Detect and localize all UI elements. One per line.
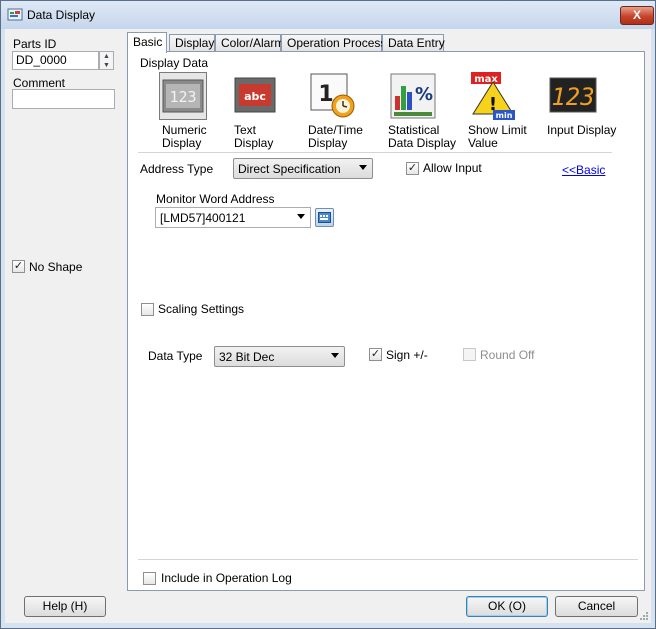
data-type-value: 32 Bit Dec (219, 350, 275, 364)
round-off-label: Round Off (480, 348, 535, 362)
separator (138, 559, 638, 560)
tab-label: Color/Alarm (221, 36, 285, 50)
input-display-caption: Input Display (547, 123, 617, 137)
parts-id-input[interactable]: DD_0000 (12, 51, 99, 70)
check-icon: ✓ (407, 162, 418, 174)
address-type-value: Direct Specification (238, 162, 341, 176)
statistical-display-icon[interactable]: % (389, 72, 437, 120)
spin-down-icon[interactable]: ▼ (100, 61, 113, 70)
spin-up-icon[interactable]: ▲ (100, 52, 113, 61)
data-display-app-icon (7, 8, 23, 21)
chevron-down-icon (297, 214, 305, 219)
keypad-icon (318, 212, 331, 223)
window-title: Data Display (27, 8, 96, 22)
numeric-display-caption-1: Numeric (162, 123, 207, 137)
tab-label: Basic (133, 35, 163, 49)
statistical-display-caption-2: Data Display (388, 136, 457, 150)
help-button-label: Help (H) (42, 599, 88, 613)
ok-button[interactable]: OK (O) (466, 596, 548, 617)
tab-label: Operation Process (287, 36, 387, 50)
show-limit-caption-2: Value (468, 136, 498, 150)
basic-tab-panel: Display Data 123 abc 1 % max ! min 123 N… (127, 51, 645, 591)
no-shape-checkbox[interactable]: ✓ (12, 260, 25, 273)
allow-input-label: Allow Input (423, 161, 482, 175)
include-log-checkbox[interactable] (143, 572, 156, 585)
monitor-word-address-label: Monitor Word Address (156, 192, 275, 206)
svg-text:123: 123 (169, 88, 196, 106)
svg-text:123: 123 (551, 83, 594, 111)
svg-text:%: % (415, 84, 433, 105)
data-type-dropdown[interactable]: 32 Bit Dec (214, 346, 345, 367)
tab-basic[interactable]: Basic (127, 32, 167, 53)
text-display-icon[interactable]: abc (231, 72, 279, 120)
numeric-display-icon[interactable]: 123 (159, 72, 207, 120)
date-time-display-caption-1: Date/Time (308, 123, 363, 137)
numeric-display-caption-2: Display (162, 136, 202, 150)
scaling-settings-checkbox[interactable] (141, 303, 154, 316)
text-display-caption-1: Text (234, 123, 257, 137)
monitor-word-address-input[interactable]: [LMD57]400121 (155, 207, 311, 228)
parts-id-label: Parts ID (13, 37, 57, 51)
sign-label: Sign +/- (386, 348, 428, 362)
title-bar[interactable]: Data Display X (1, 1, 655, 29)
display-data-label: Display Data (140, 56, 209, 70)
separator (138, 152, 612, 153)
svg-text:max: max (474, 74, 498, 85)
chevron-down-icon (359, 165, 367, 170)
tab-label: Display (175, 36, 215, 50)
scaling-settings-label: Scaling Settings (158, 302, 245, 316)
text-display-caption-2: Display (234, 136, 274, 150)
comment-label: Comment (13, 76, 66, 90)
show-limit-caption-1: Show Limit (468, 123, 527, 137)
tab-display[interactable]: Display (169, 34, 215, 51)
check-icon: ✓ (370, 348, 381, 360)
address-keypad-button[interactable] (315, 208, 334, 227)
svg-text:min: min (496, 111, 513, 120)
input-display-icon[interactable]: 123 (549, 72, 597, 120)
help-button[interactable]: Help (H) (24, 596, 106, 617)
svg-text:1: 1 (318, 82, 333, 107)
close-icon: X (632, 8, 641, 22)
close-button[interactable]: X (620, 6, 654, 25)
tab-label: Data Entry (388, 36, 445, 50)
no-shape-label: No Shape (29, 260, 83, 274)
parts-id-spinner[interactable]: ▲ ▼ (99, 51, 114, 70)
basic-mode-link[interactable]: <<Basic (562, 163, 605, 177)
cancel-button-label: Cancel (577, 599, 616, 613)
ok-button-label: OK (O) (488, 599, 526, 613)
monitor-word-address-value: [LMD57]400121 (160, 211, 246, 225)
round-off-checkbox[interactable] (463, 348, 476, 361)
parts-id-value: DD_0000 (16, 53, 67, 67)
tab-operation-process[interactable]: Operation Process (281, 34, 386, 51)
address-type-dropdown[interactable]: Direct Specification (233, 158, 373, 179)
comment-input[interactable] (12, 89, 115, 109)
date-time-display-caption-2: Display (308, 136, 348, 150)
date-time-display-icon[interactable]: 1 (309, 72, 357, 120)
dialog-window: Data Display X Parts ID DD_0000 ▲ ▼ Comm… (0, 0, 656, 629)
tab-data-entry[interactable]: Data Entry (382, 34, 445, 51)
dialog-client: Parts ID DD_0000 ▲ ▼ Comment ✓ No Shape … (5, 29, 651, 623)
address-type-label: Address Type (140, 162, 214, 176)
check-icon: ✓ (13, 260, 24, 272)
cancel-button[interactable]: Cancel (555, 596, 638, 617)
show-limit-value-icon[interactable]: max ! min (469, 72, 517, 120)
include-log-label: Include in Operation Log (161, 571, 292, 585)
data-type-label: Data Type (148, 349, 203, 363)
allow-input-checkbox[interactable]: ✓ (406, 162, 419, 175)
sign-checkbox[interactable]: ✓ (369, 348, 382, 361)
tab-color-alarm[interactable]: Color/Alarm (215, 34, 285, 51)
svg-text:abc: abc (244, 90, 266, 103)
resize-grip-icon[interactable] (639, 611, 649, 621)
chevron-down-icon (331, 353, 339, 358)
statistical-display-caption-1: Statistical (388, 123, 440, 137)
